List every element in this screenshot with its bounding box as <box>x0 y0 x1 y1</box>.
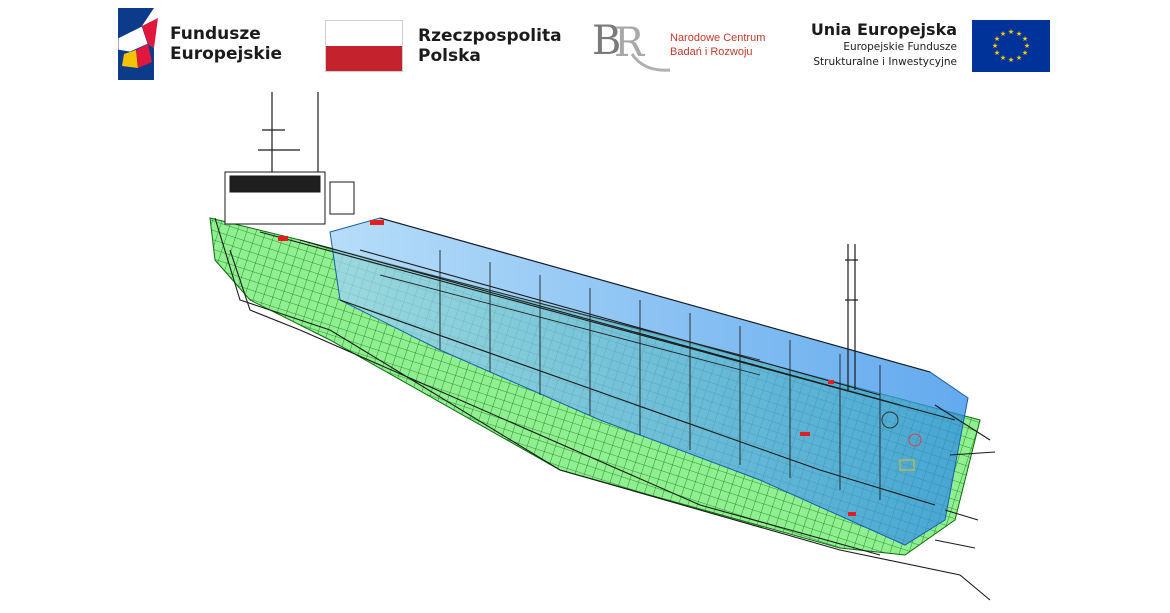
fundusze-europejskie-text: Fundusze Europejskie <box>170 24 282 64</box>
svg-text:★: ★ <box>992 42 998 50</box>
svg-text:★: ★ <box>1016 54 1022 62</box>
svg-text:R: R <box>614 20 646 66</box>
rzeczpospolita-line1: Rzeczpospolita <box>418 26 562 46</box>
ship-hull-wireframe-icon <box>209 92 996 601</box>
unia-europejska-text: Unia Europejska Europejskie Fundusze Str… <box>811 20 957 70</box>
svg-text:★: ★ <box>994 49 1000 57</box>
ncbr-br-icon: B R <box>592 18 671 72</box>
ncbr-text: Narodowe Centrum Badań i Rozwoju <box>670 31 765 59</box>
fundusze-europejskie-icon <box>117 8 158 80</box>
svg-text:★: ★ <box>1000 30 1006 38</box>
rzeczpospolita-line2: Polska <box>418 46 481 66</box>
svg-text:★: ★ <box>1008 56 1014 64</box>
eu-flag-icon: ★ ★ ★ ★ ★ ★ ★ ★ ★ ★ ★ ★ <box>972 20 1050 72</box>
svg-text:★: ★ <box>1008 28 1014 36</box>
logo-bar: Fundusze Europejskie Rzeczpospolita Pols… <box>0 0 1170 90</box>
fundusze-europejskie-logo <box>117 8 158 84</box>
unia-line2: Strukturalne i Inwestycyjne <box>813 56 957 68</box>
fundusze-line1: Fundusze <box>170 24 261 44</box>
unia-line1: Europejskie Fundusze <box>843 41 957 53</box>
unia-title: Unia Europejska <box>810 20 957 39</box>
ncbr-logo: B R <box>592 14 672 78</box>
svg-text:★: ★ <box>1000 54 1006 62</box>
poland-flag-icon <box>325 20 403 72</box>
rzeczpospolita-polska-text: Rzeczpospolita Polska <box>418 26 562 66</box>
svg-text:★: ★ <box>1022 49 1028 57</box>
fundusze-line2: Europejskie <box>170 44 283 64</box>
ncbr-line1: Narodowe Centrum <box>670 32 766 44</box>
ncbr-line2: Badań i Rozwoju <box>670 46 753 58</box>
